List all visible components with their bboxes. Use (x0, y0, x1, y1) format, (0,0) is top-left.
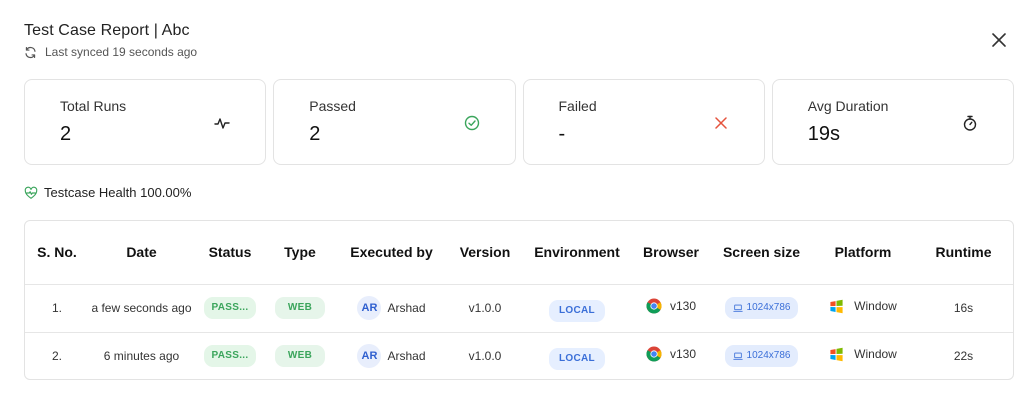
testcase-health: Testcase Health 100.00% (24, 185, 191, 200)
header-version[interactable]: Version (449, 221, 521, 284)
table-header-row: S. No. Date Status Type Executed by Vers… (25, 221, 1013, 284)
platform-name: Window (854, 299, 897, 314)
sync-status: Last synced 19 seconds ago (24, 45, 197, 59)
cell-date: a few seconds ago (89, 283, 194, 332)
passed-card: Passed 2 (273, 79, 516, 165)
status-badge: PASS... (203, 344, 257, 367)
card-value: 2 (309, 123, 321, 145)
laptop-icon (732, 304, 743, 312)
header-browser[interactable]: Browser (633, 221, 709, 284)
platform-name: Window (854, 347, 897, 361)
cell-runtime: 22s (912, 331, 1013, 379)
windows-icon (830, 299, 843, 313)
card-label: Total Runs (60, 98, 127, 114)
screen-size-badge: 1024x786 (724, 297, 799, 319)
card-label: Failed (558, 98, 597, 114)
header-status[interactable]: Status (194, 221, 266, 284)
heart-pulse-icon (24, 186, 38, 199)
status-badge: PASS... (203, 297, 257, 319)
avg-duration-card: Avg Duration 19s (771, 79, 1014, 165)
cell-sno: 2. (25, 331, 89, 379)
card-label: Avg Duration (807, 98, 889, 114)
activity-icon (214, 115, 230, 131)
cell-version: v1.0.0 (449, 283, 521, 332)
header-runtime[interactable]: Runtime (912, 221, 1013, 284)
cell-runtime: 16s (912, 283, 1013, 332)
total-runs-card: Total Runs 2 (24, 79, 267, 165)
environment-badge: LOCAL (549, 300, 605, 322)
type-badge: WEB (274, 344, 326, 367)
page-title: Test Case Report | Abc (24, 22, 190, 39)
environment-badge: LOCAL (549, 347, 605, 370)
refresh-icon[interactable] (24, 46, 37, 59)
x-icon (713, 115, 729, 131)
header-type[interactable]: Type (266, 221, 334, 284)
chrome-icon (646, 346, 662, 362)
cell-sno: 1. (25, 283, 89, 332)
runs-table: S. No. Date Status Type Executed by Vers… (24, 220, 1014, 380)
cell-date: 6 minutes ago (89, 331, 194, 379)
card-value: 19s (807, 123, 840, 145)
header-screen-size[interactable]: Screen size (709, 221, 814, 284)
close-icon (992, 33, 1006, 47)
check-circle-icon (464, 115, 480, 131)
type-badge: WEB (274, 297, 326, 319)
header-sno[interactable]: S. No. (25, 221, 89, 284)
table-row[interactable]: 2. 6 minutes ago PASS... WEB AR Arshad v… (25, 331, 1013, 379)
health-text: Testcase Health 100.00% (44, 185, 192, 200)
sync-text: Last synced 19 seconds ago (45, 45, 198, 59)
chrome-icon (646, 298, 662, 314)
executed-by-name: Arshad (387, 348, 426, 363)
windows-icon (830, 347, 843, 361)
failed-card: Failed - (522, 79, 765, 165)
header-date[interactable]: Date (89, 221, 194, 284)
close-button[interactable] (988, 29, 1010, 51)
stopwatch-icon (962, 115, 978, 131)
header-platform[interactable]: Platform (814, 221, 912, 284)
browser-version: v130 (669, 299, 697, 313)
avatar: AR (357, 296, 382, 320)
card-value: - (558, 123, 566, 145)
card-label: Passed (309, 98, 356, 114)
cell-version: v1.0.0 (449, 331, 521, 379)
laptop-icon (732, 352, 743, 360)
table-row[interactable]: 1. a few seconds ago PASS... WEB AR Arsh… (25, 283, 1013, 332)
header-executed-by[interactable]: Executed by (334, 221, 449, 284)
report-header: Test Case Report | Abc Last synced 19 se… (24, 22, 197, 59)
card-value: 2 (60, 123, 72, 145)
browser-version: v130 (669, 346, 697, 361)
executed-by-name: Arshad (387, 301, 426, 315)
screen-size-badge: 1024x786 (724, 344, 799, 367)
avatar: AR (357, 343, 382, 368)
header-environment[interactable]: Environment (521, 221, 633, 284)
summary-cards: Total Runs 2 Passed 2 Failed - Avg Durat… (24, 79, 1014, 165)
